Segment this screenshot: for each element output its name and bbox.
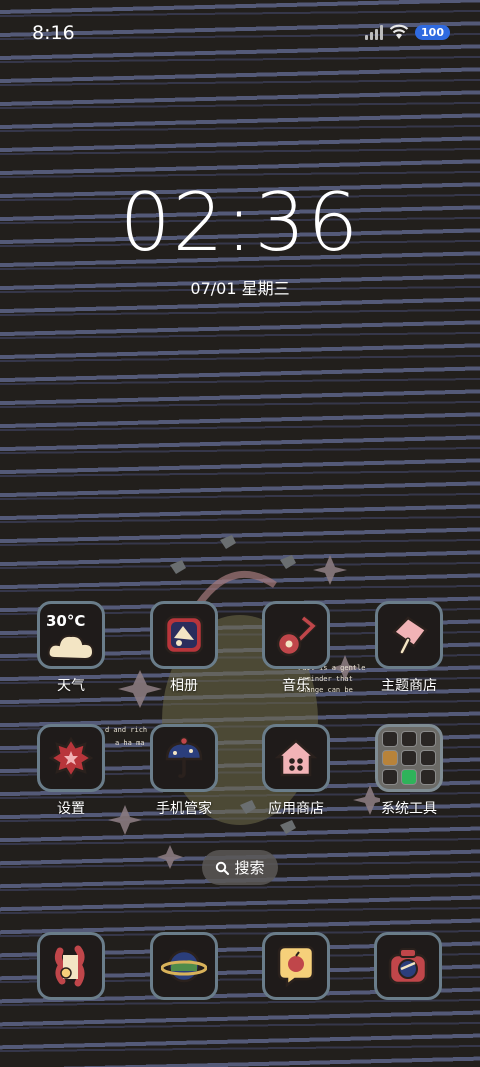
app-settings[interactable]: 设置 [35, 724, 107, 818]
theme-store-icon [375, 601, 443, 669]
mini-app-icon [382, 731, 398, 747]
weather-icon: 30°C [37, 601, 105, 669]
mini-app-icon [420, 731, 436, 747]
mini-app-icon [382, 769, 398, 785]
lock-clock: 02:36 [119, 176, 361, 269]
camera-icon [374, 932, 442, 1000]
folder-icon [375, 724, 443, 792]
app-label-gallery: 相册 [170, 678, 198, 694]
mini-app-icon [420, 750, 436, 766]
app-gallery[interactable]: 相册 [148, 601, 220, 695]
app-label-phone-manager: 手机管家 [156, 801, 212, 817]
mini-app-icon [401, 750, 417, 766]
app-label-weather: 天气 [57, 678, 85, 694]
svg-text:d and rich: d and rich [105, 726, 147, 734]
status-bar: 8:16 100 [0, 0, 480, 66]
app-phone-manager[interactable]: 手机管家 [148, 724, 220, 818]
dock-app-2[interactable] [150, 932, 218, 1000]
settings-icon [37, 724, 105, 792]
search-button[interactable]: 搜索 [202, 850, 278, 885]
mini-app-icon [401, 731, 417, 747]
battery-indicator: 100 [415, 24, 450, 40]
app-label-theme-store: 主题商店 [381, 678, 437, 694]
mini-app-icon [401, 769, 417, 785]
gallery-icon [150, 601, 218, 669]
dock-app-3[interactable] [262, 932, 330, 1000]
app-label-app-store: 应用商店 [268, 801, 324, 817]
lock-date: 07/01 星期三 [190, 279, 290, 298]
wifi-icon [389, 24, 409, 39]
planet-icon [150, 932, 218, 1000]
weather-temp: 30°C [46, 612, 86, 630]
svg-text:a ha ma: a ha ma [115, 739, 145, 747]
app-music[interactable]: 音乐 [260, 601, 332, 695]
wallpaper-art: Fail is a gentle reminder that change ca… [105, 535, 380, 869]
app-theme-store[interactable]: 主题商店 [373, 601, 445, 695]
status-icons: 100 [365, 24, 450, 40]
app-weather[interactable]: 30°C 天气 [35, 601, 107, 695]
dock-app-1[interactable] [37, 932, 105, 1000]
signal-icon [365, 24, 384, 40]
app-label-system-tools: 系统工具 [381, 801, 437, 817]
mini-app-icon [382, 750, 398, 766]
app-label-settings: 设置 [57, 801, 85, 817]
dock-app-4[interactable] [374, 932, 442, 1000]
phone-manager-icon [150, 724, 218, 792]
search-icon [216, 861, 230, 875]
status-time: 8:16 [32, 22, 75, 44]
app-app-store[interactable]: 应用商店 [260, 724, 332, 818]
folder-system-tools[interactable]: 系统工具 [373, 724, 445, 818]
search-label: 搜索 [234, 859, 265, 877]
apple-core-icon [37, 932, 105, 1000]
mini-app-icon [420, 769, 436, 785]
apple-bubble-icon [262, 932, 330, 1000]
app-label-music: 音乐 [282, 678, 310, 694]
music-icon [262, 601, 330, 669]
app-store-icon [262, 724, 330, 792]
